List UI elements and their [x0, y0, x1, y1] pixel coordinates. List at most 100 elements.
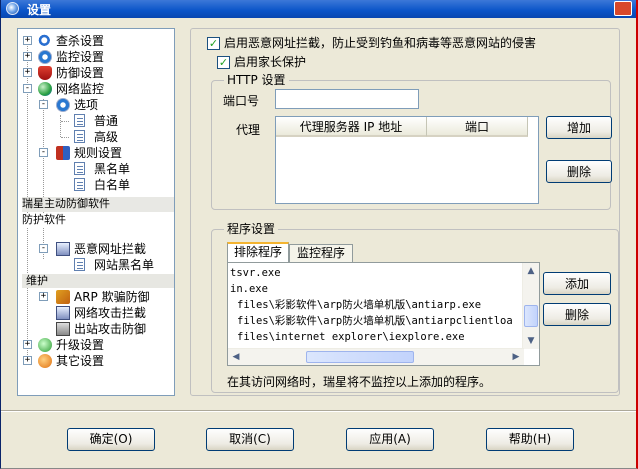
settings-panel: ✓ 启用恶意网址拦截，防止受到钓鱼和病毒等恶意网站的侵害 ✓ 启用家长保护 HT…	[190, 28, 620, 396]
tree-item-blacklist[interactable]: 黑名单	[18, 161, 174, 177]
checkbox-label: 启用恶意网址拦截，防止受到钓鱼和病毒等恶意网站的侵害	[224, 36, 537, 50]
app-icon	[6, 2, 19, 15]
tree-item-label: 白名单	[94, 178, 131, 192]
collapse-icon[interactable]: -	[23, 84, 32, 93]
parental-control-checkbox[interactable]: ✓	[217, 56, 230, 69]
checkbox-label: 启用家长保护	[234, 55, 307, 69]
help-button[interactable]: 帮助(H)	[486, 428, 574, 451]
delete-proxy-button[interactable]: 删除	[546, 160, 612, 183]
tree-item-label: 网络监控	[56, 82, 105, 96]
overlay-text: 瑞星主动防御软件	[22, 197, 174, 212]
tree-line	[61, 121, 69, 122]
expand-icon[interactable]: +	[39, 292, 48, 301]
gear-icon	[38, 50, 52, 64]
footer-separator	[1, 410, 636, 412]
column-header-port[interactable]: 端口	[427, 117, 528, 137]
scroll-down-icon[interactable]: ▼	[523, 333, 539, 349]
scroll-thumb[interactable]	[306, 351, 414, 363]
expand-icon[interactable]: +	[23, 52, 32, 61]
tree-item-site-blacklist[interactable]: 网站黑名单	[18, 257, 174, 273]
tree-item-network-monitor[interactable]: - 网络监控	[18, 81, 174, 97]
tree-item-general[interactable]: 普通	[18, 113, 174, 129]
document-icon	[74, 178, 85, 191]
vertical-scrollbar[interactable]: ▲ ▼	[522, 263, 539, 349]
tree-item-label: 升级设置	[56, 338, 105, 352]
globe-icon	[38, 82, 52, 96]
scroll-left-icon[interactable]: ◀	[228, 349, 244, 365]
tree-item-options[interactable]: - 选项	[18, 97, 174, 113]
list-item[interactable]: files\internet explorer\iexplore.exe	[237, 329, 465, 345]
tree-item-network-attack-block[interactable]: 网络攻击拦截	[18, 305, 174, 321]
other-settings-icon	[38, 354, 52, 368]
tab-excluded-programs[interactable]: 排除程序	[227, 242, 289, 262]
tree-item-advanced[interactable]: 高级	[18, 129, 174, 145]
list-item[interactable]: tsvr.exe	[230, 265, 281, 281]
group-title: HTTP 设置	[224, 73, 289, 87]
proxy-label: 代理	[236, 123, 261, 137]
delete-program-button[interactable]: 删除	[543, 303, 611, 326]
document-icon	[74, 130, 85, 143]
tree-item-scan-settings[interactable]: + 查杀设置	[18, 33, 174, 49]
column-header-proxy-ip[interactable]: 代理服务器 IP 地址	[276, 117, 427, 137]
tree-item-malicious-url-block[interactable]: - 恶意网址拦截	[18, 241, 174, 257]
tree-item-upgrade-settings[interactable]: + 升级设置	[18, 337, 174, 353]
expand-icon[interactable]: +	[23, 356, 32, 365]
tree-item-whitelist[interactable]: 白名单	[18, 177, 174, 193]
search-icon	[38, 34, 52, 48]
parental-control-checkbox-row[interactable]: ✓ 启用家长保护	[217, 54, 417, 70]
tree-item-outbound-attack-defense[interactable]: 出站攻击防御	[18, 321, 174, 337]
tree-item-arp-defense[interactable]: + ARP 欺骗防御	[18, 289, 174, 305]
port-input[interactable]	[275, 89, 419, 109]
scroll-up-icon[interactable]: ▲	[523, 263, 539, 279]
malicious-url-block-checkbox[interactable]: ✓	[207, 37, 220, 50]
add-program-button[interactable]: 添加	[543, 272, 611, 295]
http-settings-group: HTTP 设置 端口号 代理 代理服务器 IP 地址 端口 增加 删除	[211, 73, 612, 210]
scroll-right-icon[interactable]: ▶	[508, 349, 524, 365]
options-gear-icon	[56, 98, 70, 112]
collapse-icon[interactable]: -	[39, 244, 48, 253]
program-note: 在其访问网络时，瑞星将不监控以上添加的程序。	[227, 375, 492, 389]
expand-icon[interactable]: +	[23, 36, 32, 45]
tree-item-label: 其它设置	[56, 354, 105, 368]
port-label: 端口号	[223, 94, 260, 108]
settings-window: 设置 + 查杀设置 + 监控设置 + 防御设置 - 网络监控 - 选项 普通 高…	[0, 0, 638, 469]
tree-item-label: 查杀设置	[56, 34, 105, 48]
horizontal-scrollbar[interactable]: ◀ ▶	[228, 348, 524, 365]
arp-icon	[56, 290, 70, 304]
collapse-icon[interactable]: -	[39, 100, 48, 109]
document-icon	[74, 258, 85, 271]
malicious-url-block-checkbox-row[interactable]: ✓ 启用恶意网址拦截，防止受到钓鱼和病毒等恶意网站的侵害	[207, 35, 607, 51]
expand-icon[interactable]: +	[23, 340, 32, 349]
program-tabs: 排除程序 监控程序	[227, 242, 527, 264]
list-item[interactable]: files\彩影软件\arp防火墙单机版\antiarpclientloa	[237, 313, 513, 329]
list-item[interactable]: files\彩影软件\arp防火墙单机版\antiarp.exe	[237, 297, 481, 313]
collapse-icon[interactable]: -	[39, 148, 48, 157]
tree-item-defense-settings[interactable]: + 防御设置	[18, 65, 174, 81]
tree-item-label: 出站攻击防御	[74, 322, 147, 336]
expand-icon[interactable]: +	[23, 68, 32, 77]
tree-item-label: 监控设置	[56, 50, 105, 64]
program-list[interactable]: tsvr.exe in.exe files\彩影软件\arp防火墙单机版\ant…	[227, 262, 540, 366]
cancel-button[interactable]: 取消(C)	[206, 428, 294, 451]
tree-item-label: 规则设置	[74, 146, 123, 160]
scroll-thumb[interactable]	[524, 305, 538, 327]
tree-item-rules[interactable]: - 规则设置	[18, 145, 174, 161]
network-attack-icon	[56, 306, 70, 320]
tree-line	[61, 137, 69, 138]
tree-item-label: 高级	[94, 130, 119, 144]
tree-item-label: 网络攻击拦截	[74, 306, 147, 320]
proxy-list[interactable]: 代理服务器 IP 地址 端口	[275, 116, 539, 204]
tree-item-label: 黑名单	[94, 162, 131, 176]
add-proxy-button[interactable]: 增加	[546, 116, 612, 139]
close-button[interactable]	[614, 1, 632, 16]
tab-monitored-programs[interactable]: 监控程序	[289, 244, 353, 262]
apply-button[interactable]: 应用(A)	[346, 428, 434, 451]
tree-item-label: ARP 欺骗防御	[74, 290, 150, 304]
list-item[interactable]: in.exe	[230, 281, 268, 297]
title-bar[interactable]: 设置	[1, 0, 636, 18]
tree-item-monitor-settings[interactable]: + 监控设置	[18, 49, 174, 65]
group-title: 程序设置	[224, 222, 279, 236]
monitor-icon	[56, 322, 70, 336]
tree-item-other-settings[interactable]: + 其它设置	[18, 353, 174, 369]
ok-button[interactable]: 确定(O)	[67, 428, 155, 451]
